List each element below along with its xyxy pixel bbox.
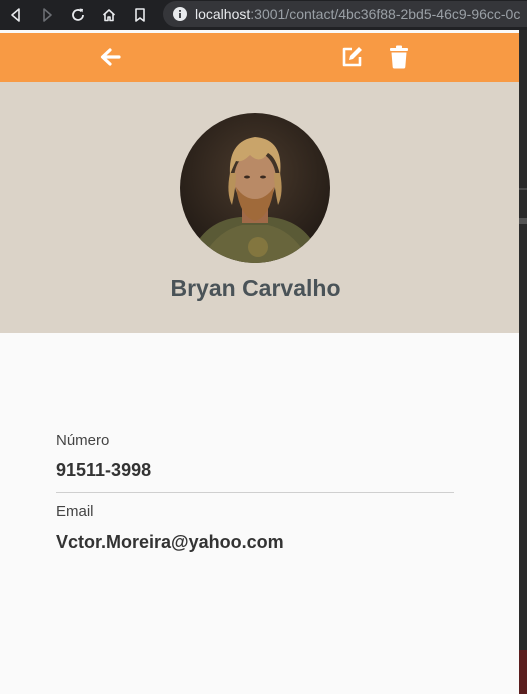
divider [56, 492, 454, 493]
triangle-left-icon [10, 8, 20, 22]
edit-icon [342, 47, 362, 67]
adjacent-window-edge [519, 30, 527, 694]
browser-reload-button[interactable] [62, 0, 93, 30]
trash-icon [390, 45, 408, 69]
phone-value: 91511-3998 [56, 460, 152, 480]
avatar [180, 113, 330, 263]
delete-contact-button[interactable] [387, 45, 411, 69]
profile-section: Bryan Carvalho [0, 82, 519, 333]
url-host: localhost [195, 6, 251, 22]
contact-details: Número 91511-3998 Email Vctor.Moreira@ya… [0, 333, 519, 694]
email-value: Vctor.Moreira@yahoo.com [56, 532, 284, 552]
phone-label: Número [56, 432, 110, 449]
home-icon [102, 9, 115, 22]
browser-forward-button[interactable] [31, 0, 62, 30]
edit-contact-button[interactable] [340, 45, 364, 69]
url-path: :3001/contact/4bc36f88-2bd5-46c9-96cc-0c [250, 6, 521, 22]
email-label: Email [56, 503, 94, 520]
reload-icon [71, 8, 84, 21]
triangle-right-icon [42, 8, 52, 22]
browser-bookmark-button[interactable] [124, 0, 155, 30]
back-button[interactable] [98, 45, 122, 69]
bookmark-icon [134, 8, 145, 22]
browser-toolbar: localhost:3001/contact/4bc36f88-2bd5-46c… [0, 0, 527, 30]
app-header [0, 33, 519, 82]
address-bar[interactable]: localhost:3001/contact/4bc36f88-2bd5-46c… [163, 1, 527, 27]
info-icon[interactable] [173, 7, 187, 21]
contact-name: Bryan Carvalho [170, 275, 341, 301]
browser-back-button[interactable] [0, 0, 31, 30]
browser-home-button[interactable] [93, 0, 124, 30]
arrow-left-icon [100, 48, 121, 66]
